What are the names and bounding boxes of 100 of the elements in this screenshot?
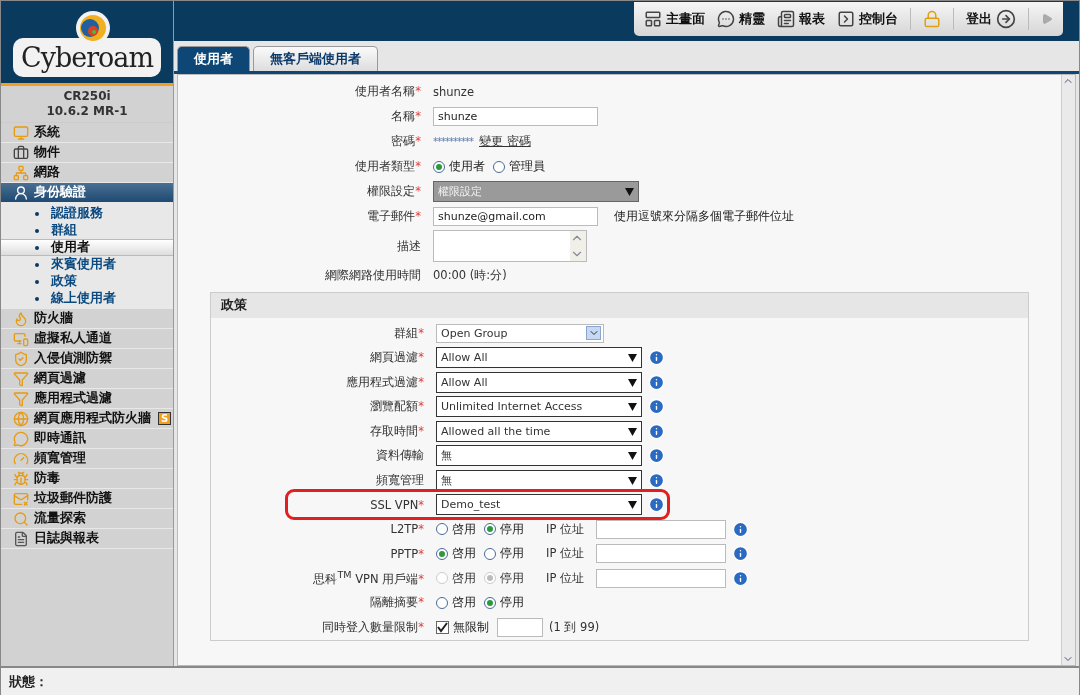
network-icon <box>13 164 29 181</box>
ip-address-label: IP 位址 <box>546 521 584 537</box>
field-label: * 隔離摘要 <box>369 595 425 611</box>
info-icon[interactable] <box>648 422 665 440</box>
radio-option[interactable]: 停用 <box>484 595 524 611</box>
radio-option[interactable]: 停用 <box>484 546 524 562</box>
checkbox-option[interactable]: 無限制 <box>436 619 489 635</box>
sidebar-item[interactable]: 日誌與報表 <box>1 529 173 549</box>
toolbar-button[interactable]: 控制台 <box>837 10 898 28</box>
text-field[interactable]: shunze <box>433 107 598 126</box>
limit-field[interactable] <box>497 617 543 637</box>
field-value: shunze <box>433 84 474 99</box>
toolbar-button[interactable]: 登出 <box>966 9 1016 29</box>
tab[interactable]: 使用者 <box>177 46 250 71</box>
info-icon[interactable] <box>648 447 665 465</box>
sidebar-subitem[interactable]: 認證服務 <box>1 205 173 222</box>
ip-address-field[interactable] <box>596 568 726 588</box>
magnifier-icon <box>13 510 29 527</box>
sidebar-item[interactable]: 身份驗證 <box>1 183 173 203</box>
sidebar-item[interactable]: 流量探索 <box>1 509 173 529</box>
sidebar-subitem[interactable]: 政策 <box>1 273 173 290</box>
sidebar-subitem[interactable]: 來賓使用者 <box>1 256 173 273</box>
sidebar-item[interactable]: 物件 <box>1 143 173 163</box>
radio-option[interactable]: 啓用 <box>436 521 476 537</box>
info-icon[interactable] <box>648 496 665 514</box>
dropdown[interactable]: Open Group <box>436 323 604 343</box>
field-label: * PPTP <box>389 546 425 561</box>
ip-address-label: IP 位址 <box>546 570 584 586</box>
dropdown[interactable]: Unlimited Internet Access <box>436 396 642 418</box>
caret-icon <box>628 402 637 412</box>
sidebar-item[interactable]: 防火牆 <box>1 309 173 329</box>
dashboard-icon <box>644 10 662 28</box>
field-label: * 網頁過濾 <box>369 350 425 366</box>
field-label: * 存取時間 <box>369 423 425 439</box>
field-label: * 使用者類型 <box>354 159 422 174</box>
badge: S <box>158 412 172 425</box>
logo-wordmark: Cyberoam <box>20 42 153 73</box>
ip-address-field[interactable] <box>596 519 726 539</box>
dropdown[interactable]: 無 <box>436 445 642 467</box>
field-label: * 思科$^{TM}$ VPN 用戶端 <box>312 569 425 588</box>
field-label: * 群組 <box>393 325 425 341</box>
shield-icon <box>13 350 29 367</box>
radio-option[interactable]: 管理員 <box>493 159 545 174</box>
dropdown[interactable]: Allow All <box>436 371 642 393</box>
toolbar-button[interactable]: 主畫面 <box>644 10 705 28</box>
toolbar-button[interactable]: 精靈 <box>717 10 765 28</box>
computers-icon <box>13 330 29 347</box>
dropdown[interactable]: 無 <box>436 469 642 491</box>
sidebar-item[interactable]: 即時通訊 <box>1 429 173 449</box>
field-label: * 同時登入數量限制 <box>321 619 425 635</box>
radio-option[interactable]: 停用 <box>484 521 524 537</box>
info-icon[interactable] <box>732 520 749 538</box>
field-label: * 應用程式過濾 <box>345 374 425 390</box>
dropdown[interactable]: Demo_test <box>436 494 642 516</box>
tab[interactable]: 無客戶端使用者 <box>253 46 378 71</box>
funnel-icon <box>13 390 29 407</box>
sidebar-subitem[interactable]: 使用者 <box>1 239 173 256</box>
field-label: * 瀏覽配額 <box>369 399 425 415</box>
caret-icon <box>628 500 637 510</box>
mail-icon <box>13 490 29 507</box>
caret-icon <box>628 377 637 387</box>
chat-bubble-icon <box>717 10 735 28</box>
dropdown[interactable]: Allowed all the time <box>436 420 642 442</box>
console-icon <box>837 10 855 28</box>
document-icon <box>13 530 29 547</box>
info-icon[interactable] <box>648 349 665 367</box>
info-icon[interactable] <box>648 471 665 489</box>
sidebar-item[interactable]: 虛擬私人通道 <box>1 329 173 349</box>
toolbar-button[interactable]: 報表 <box>777 10 825 28</box>
radio-option[interactable]: 啓用 <box>436 546 476 562</box>
field-value: 00:00 (時:分) <box>433 268 507 283</box>
radio-option[interactable]: 使用者 <box>433 159 485 174</box>
field-label: 頻寬管理 <box>375 472 425 488</box>
sidebar-item[interactable]: 應用程式過濾 <box>1 389 173 409</box>
flame-icon <box>13 310 29 327</box>
hint-text: 使用逗號來分隔多個電子郵件位址 <box>614 209 794 224</box>
radio-option[interactable]: 啓用 <box>436 595 476 611</box>
sidebar-item[interactable]: 垃圾郵件防護 <box>1 489 173 509</box>
sidebar-subitem[interactable]: 線上使用者 <box>1 290 173 307</box>
sidebar-subitem[interactable]: 群組 <box>1 222 173 239</box>
dropdown[interactable]: Allow All <box>436 347 642 369</box>
sidebar-item[interactable]: 系統 <box>1 123 173 143</box>
change-password-link[interactable]: 變更 密碼 <box>479 134 531 149</box>
sidebar-item[interactable]: 網路 <box>1 163 173 183</box>
sidebar-item[interactable]: 入侵偵測防禦 <box>1 349 173 369</box>
sidebar-item[interactable]: 頻寬管理 <box>1 449 173 469</box>
field-label: 描述 <box>396 238 422 254</box>
ip-address-field[interactable] <box>596 544 726 564</box>
sidebar-item[interactable]: 網頁應用程式防火牆 S <box>1 409 173 429</box>
info-icon[interactable] <box>648 398 665 416</box>
info-icon[interactable] <box>732 545 749 563</box>
sidebar-item[interactable]: 防毒 <box>1 469 173 489</box>
briefcase-icon <box>13 144 29 161</box>
user-icon <box>13 184 29 201</box>
info-icon[interactable] <box>648 373 665 391</box>
masked-password: ********** <box>433 136 473 147</box>
sidebar-item[interactable]: 網頁過濾 <box>1 369 173 389</box>
text-field[interactable]: shunze@gmail.com <box>433 207 598 226</box>
field-label: * 使用者名稱 <box>354 84 422 99</box>
firmware-version: 10.6.2 MR-1 <box>45 104 129 119</box>
